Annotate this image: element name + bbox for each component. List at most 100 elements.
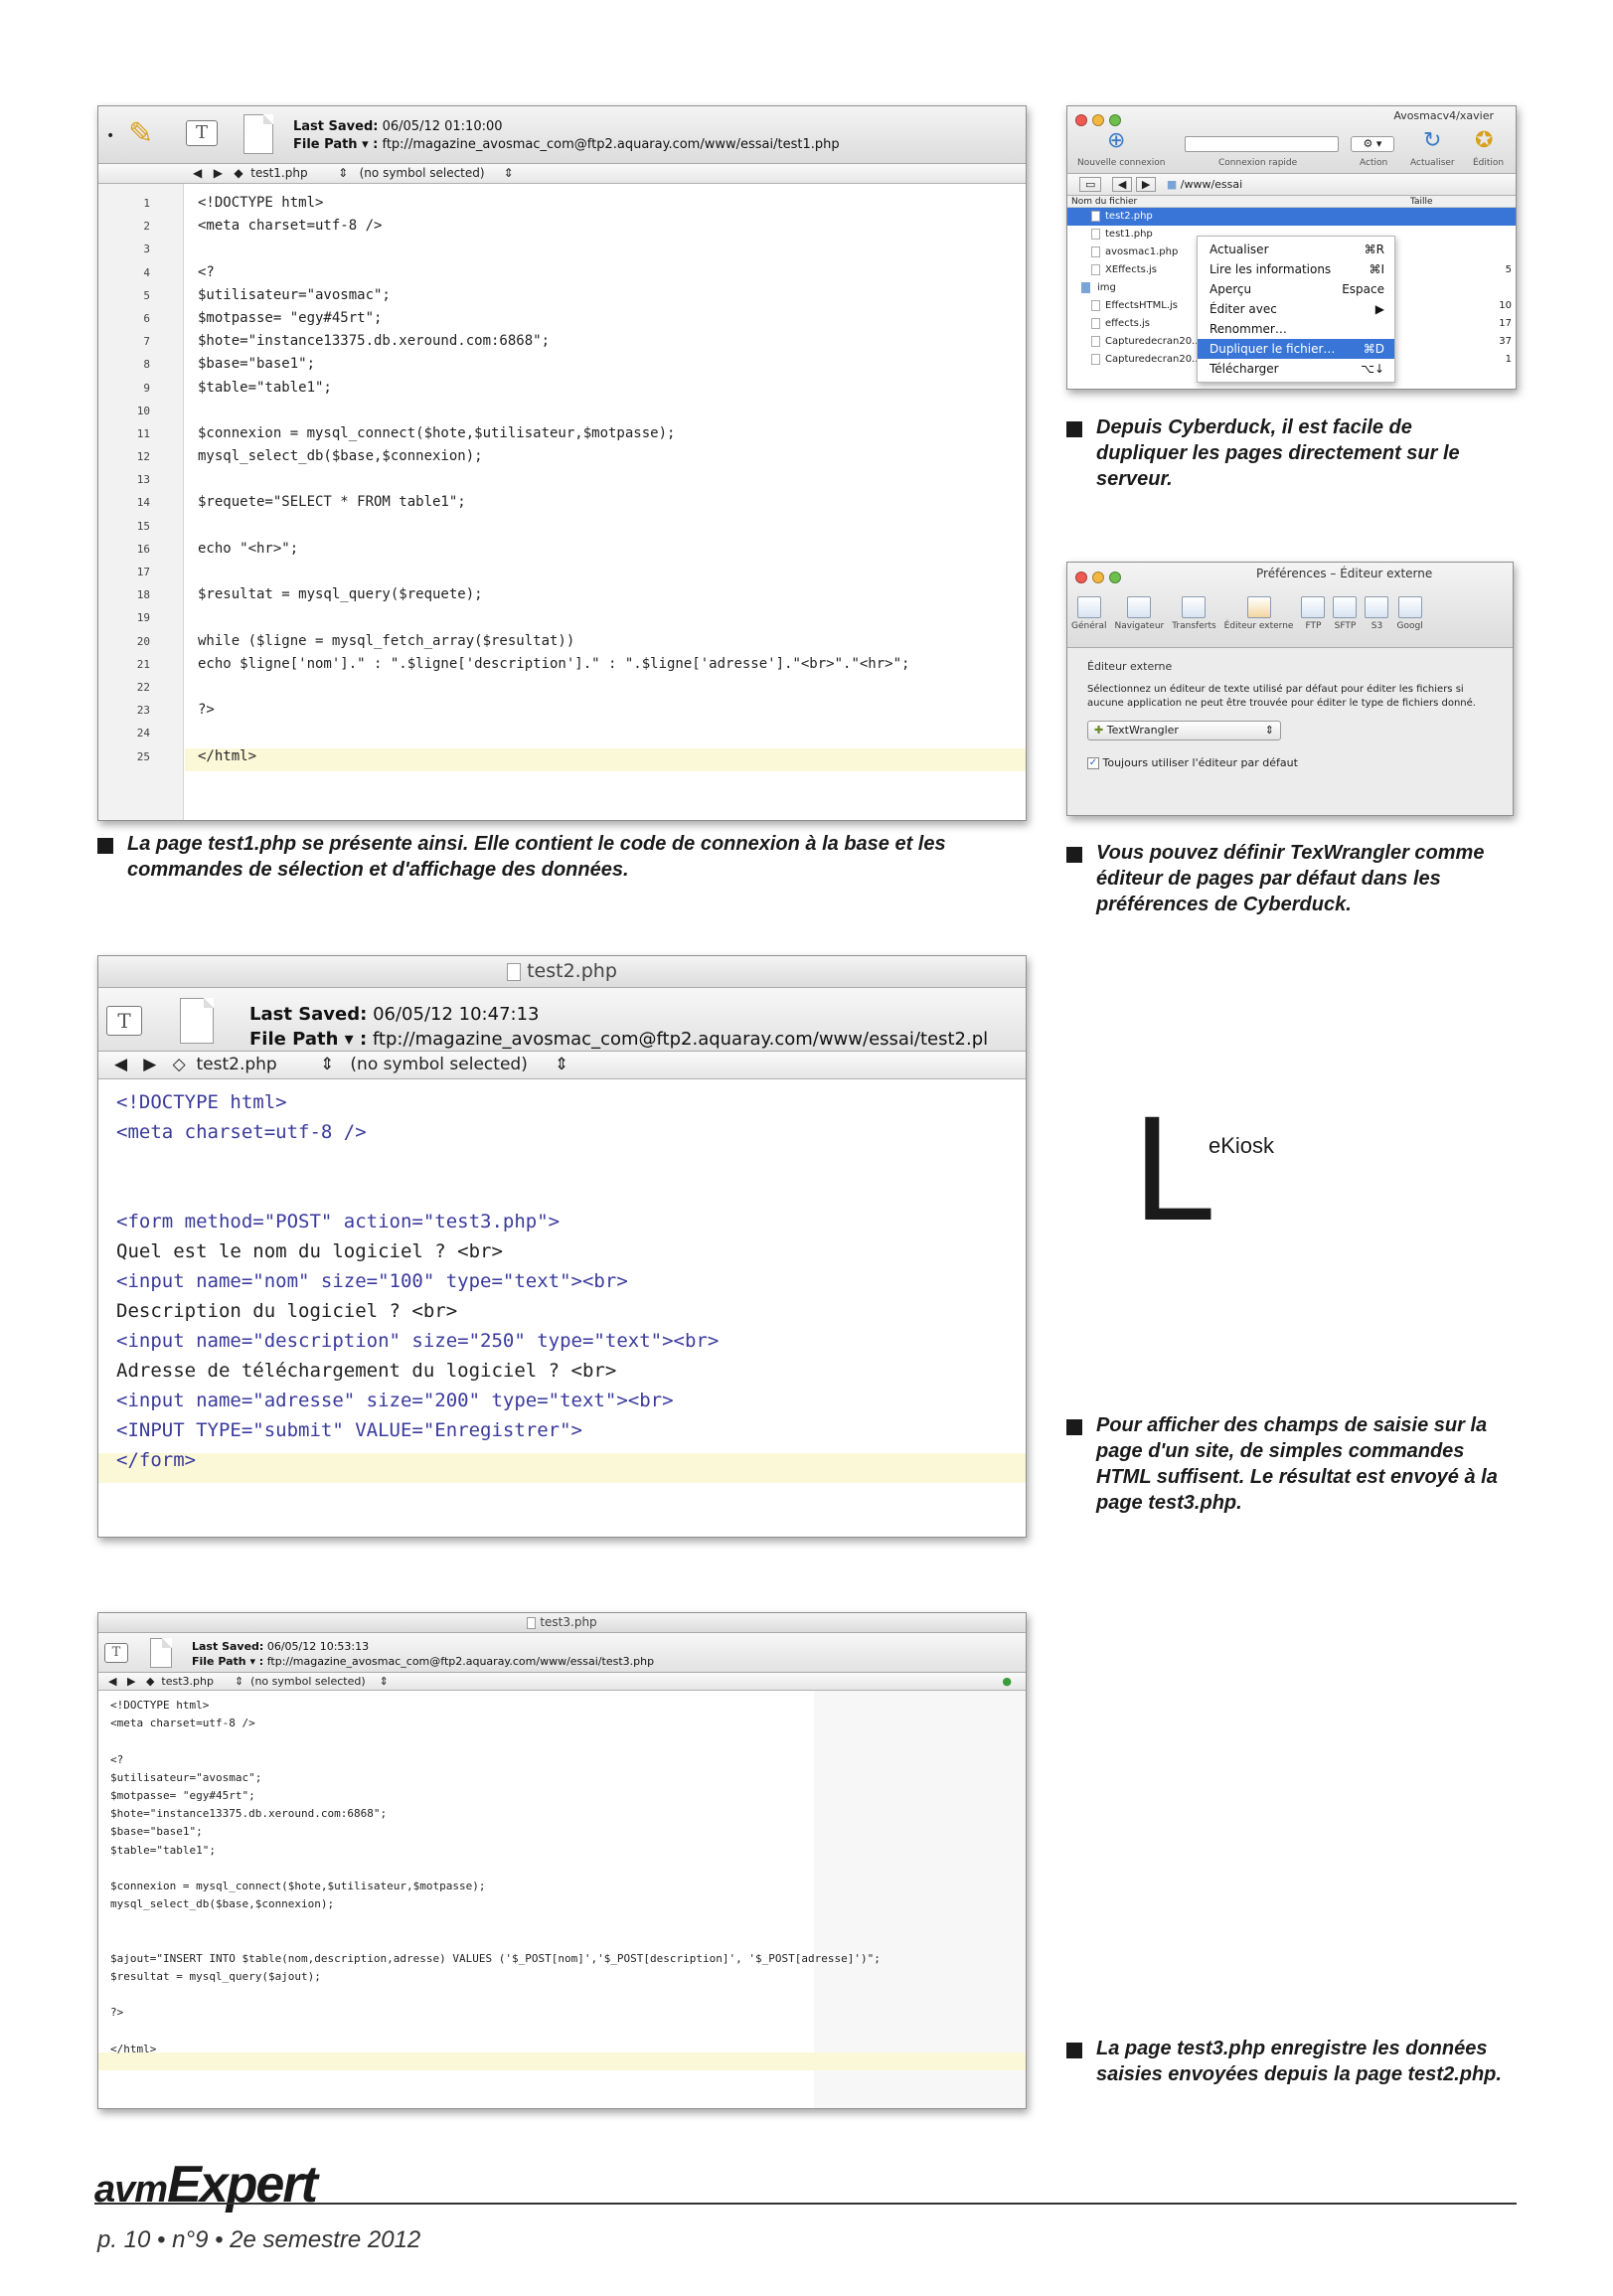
column-header-size[interactable]: Taille [1410, 196, 1433, 208]
new-connection-icon[interactable]: ⊕ [1107, 128, 1125, 153]
file-icon [1091, 354, 1100, 365]
forward-arrow-icon[interactable]: ▶ [1135, 177, 1157, 192]
caption-bullet [1066, 847, 1082, 863]
file-path-label[interactable]: File Path ▾ : [249, 1029, 367, 1050]
checkbox[interactable]: ✓ [1087, 757, 1099, 769]
code-row: 22 [98, 676, 1026, 699]
folder-icon [1081, 282, 1090, 293]
editor-toolbar: T Last Saved: 06/05/12 10:47:13 File Pat… [98, 988, 1026, 1052]
prefs-toolbar: Préférences – Éditeur externe Général Nav… [1067, 563, 1513, 648]
default-editor-checkbox-row[interactable]: ✓ Toujours utiliser l'éditeur par défaut [1087, 756, 1493, 769]
menu-item[interactable]: Télécharger ⌥↓ [1198, 359, 1394, 379]
text-options-icon[interactable]: T [186, 120, 218, 146]
back-arrow-icon[interactable]: ◀ [193, 166, 202, 180]
code-row: 3 [98, 238, 1026, 260]
text-options-icon[interactable]: T [104, 1643, 128, 1663]
prefs-tab-icon [1076, 596, 1101, 618]
forward-arrow-icon[interactable]: ▶ [127, 1675, 135, 1688]
back-arrow-icon[interactable]: ◀ [1111, 177, 1133, 192]
toolbar-label: Nouvelle connexion [1077, 158, 1166, 168]
code-line: $motpasse= "egy#45rt"; [110, 1788, 255, 1802]
menu-item-label: Actualiser [1210, 243, 1269, 256]
screenshot-test3: test3.php T Last Saved: 06/05/12 10:53:1… [97, 1612, 1027, 2109]
line-number: 4 [143, 265, 150, 279]
code-lines: 1 <!DOCTYPE html> 2 <meta charset=utf-8 /> 3… [98, 192, 1026, 768]
menu-item-shortcut: ⌘D [1363, 342, 1384, 356]
file-path-label[interactable]: File Path ▾ : [293, 137, 378, 152]
file-popup[interactable]: test2.php [196, 1055, 276, 1074]
menu-item[interactable]: Renommer… [1198, 319, 1394, 339]
symbol-popup[interactable]: (no symbol selected) [350, 1055, 527, 1074]
file-menu-icon[interactable]: ◇ [173, 1055, 186, 1074]
prefs-tab[interactable]: Navigateur [1114, 596, 1164, 631]
code-row: 21 echo $ligne['nom']." : ".$ligne['descr… [98, 653, 1026, 676]
code-editor[interactable]: <!DOCTYPE html> <meta charset=utf-8 /> <fo… [98, 1079, 1026, 1537]
code-line: <form method="POST" action="test3.php"> [116, 1211, 561, 1232]
status-icon[interactable]: ● [1002, 1673, 1012, 1690]
back-arrow-icon[interactable]: ◀ [108, 1675, 116, 1688]
file-popup[interactable]: test3.php [161, 1675, 214, 1688]
back-arrow-icon[interactable]: ◀ [114, 1055, 127, 1074]
symbol-popup[interactable]: (no symbol selected) [250, 1675, 365, 1688]
prefs-tab[interactable]: Transferts [1172, 596, 1216, 631]
path-popup[interactable]: /www/essai [1181, 178, 1242, 191]
code-row: 24 [98, 722, 1026, 744]
window-controls[interactable] [1075, 569, 1126, 587]
forward-arrow-icon[interactable]: ▶ [143, 1055, 156, 1074]
menu-item[interactable]: Dupliquer le fichier… ⌘D [1198, 339, 1394, 359]
bookmarks-icon[interactable]: ▭ [1079, 177, 1102, 192]
window-titlebar: test2.php [98, 956, 1026, 988]
menu-item[interactable]: Éditer avec ▶ [1198, 299, 1394, 319]
prefs-tab[interactable]: FTP [1301, 596, 1326, 631]
window-title: test3.php [540, 1615, 597, 1629]
code-line: echo "<hr>"; [198, 540, 299, 557]
menu-item[interactable]: Aperçu Espace [1198, 279, 1394, 299]
file-menu-icon[interactable]: ◆ [146, 1675, 154, 1688]
code-line: </form> [116, 1449, 197, 1471]
file-row[interactable]: test2.php [1067, 208, 1516, 226]
navigation-bar: ◀ ▶ ◆ test3.php ⇕ (no symbol selected) ⇕… [98, 1673, 1026, 1691]
prefs-tab[interactable]: Général [1071, 596, 1106, 631]
menu-item[interactable]: Lire les informations ⌘I [1198, 259, 1394, 279]
screenshot-preferences: Préférences – Éditeur externe Général Nav… [1066, 562, 1514, 816]
refresh-icon[interactable]: ↻ [1423, 128, 1441, 153]
code-row: 10 [98, 400, 1026, 422]
prefs-tab[interactable]: SFTP [1333, 596, 1358, 631]
prefs-tab-label: S3 [1371, 621, 1383, 631]
text-options-icon[interactable]: T [106, 1006, 142, 1036]
file-popup[interactable]: test1.php [250, 166, 307, 180]
code-line: $base="base1"; [110, 1825, 203, 1839]
file-name: EffectsHTML.js [1105, 300, 1178, 311]
prefs-tab[interactable]: Googl [1396, 596, 1423, 631]
updown-icon: ⇕ [319, 1055, 335, 1074]
menu-item[interactable]: Actualiser ⌘R [1198, 240, 1394, 259]
code-editor[interactable]: 1 <!DOCTYPE html> 2 <meta charset=utf-8 /> 3… [98, 184, 1026, 820]
code-editor[interactable]: <!DOCTYPE html> <meta charset=utf-8 /> <? $… [98, 1691, 1026, 2108]
file-path-label[interactable]: File Path ▾ : [192, 1655, 263, 1668]
prefs-tab[interactable]: Éditeur externe [1224, 596, 1293, 631]
menu-item-label: Lire les informations [1210, 262, 1332, 276]
document-icon [150, 1638, 172, 1668]
code-line: ?> [198, 702, 215, 719]
cyberduck-toolbar: Avosmacv4/xavier ⊕ ⚙ ▾ ↻ ✪ Nouvelle conn… [1067, 106, 1516, 174]
code-line: </html> [198, 747, 257, 764]
code-line: $requete="SELECT * FROM table1"; [198, 494, 466, 511]
symbol-popup[interactable]: (no symbol selected) [360, 166, 485, 180]
toolbar-labels: Nouvelle connexion Connexion rapide Acti… [1067, 158, 1516, 170]
updown-icon: ⇕ [379, 1675, 389, 1688]
edit-icon[interactable]: ✪ [1475, 128, 1493, 153]
code-line: Quel est le nom du logiciel ? <br> [116, 1240, 503, 1262]
editor-select[interactable]: ✚ TextWrangler ⇕ [1087, 721, 1281, 740]
column-header-name[interactable]: Nom du fichier [1071, 196, 1137, 208]
screenshot-test2: test2.php T Last Saved: 06/05/12 10:47:1… [97, 955, 1027, 1538]
prefs-tab[interactable]: S3 [1365, 596, 1389, 631]
quick-connect-field[interactable] [1185, 136, 1339, 152]
action-button[interactable]: ⚙ ▾ [1351, 136, 1394, 152]
navigation-bar: ◀ ▶ ◇ test2.php ⇕ (no symbol selected) ⇕ [98, 1052, 1026, 1079]
pencil-icon[interactable]: ✎ [128, 116, 153, 151]
file-menu-icon[interactable]: ◆ [234, 166, 242, 180]
line-number: 8 [143, 358, 150, 372]
last-saved-value: 06/05/12 10:53:13 [266, 1640, 370, 1653]
forward-arrow-icon[interactable]: ▶ [214, 166, 223, 180]
